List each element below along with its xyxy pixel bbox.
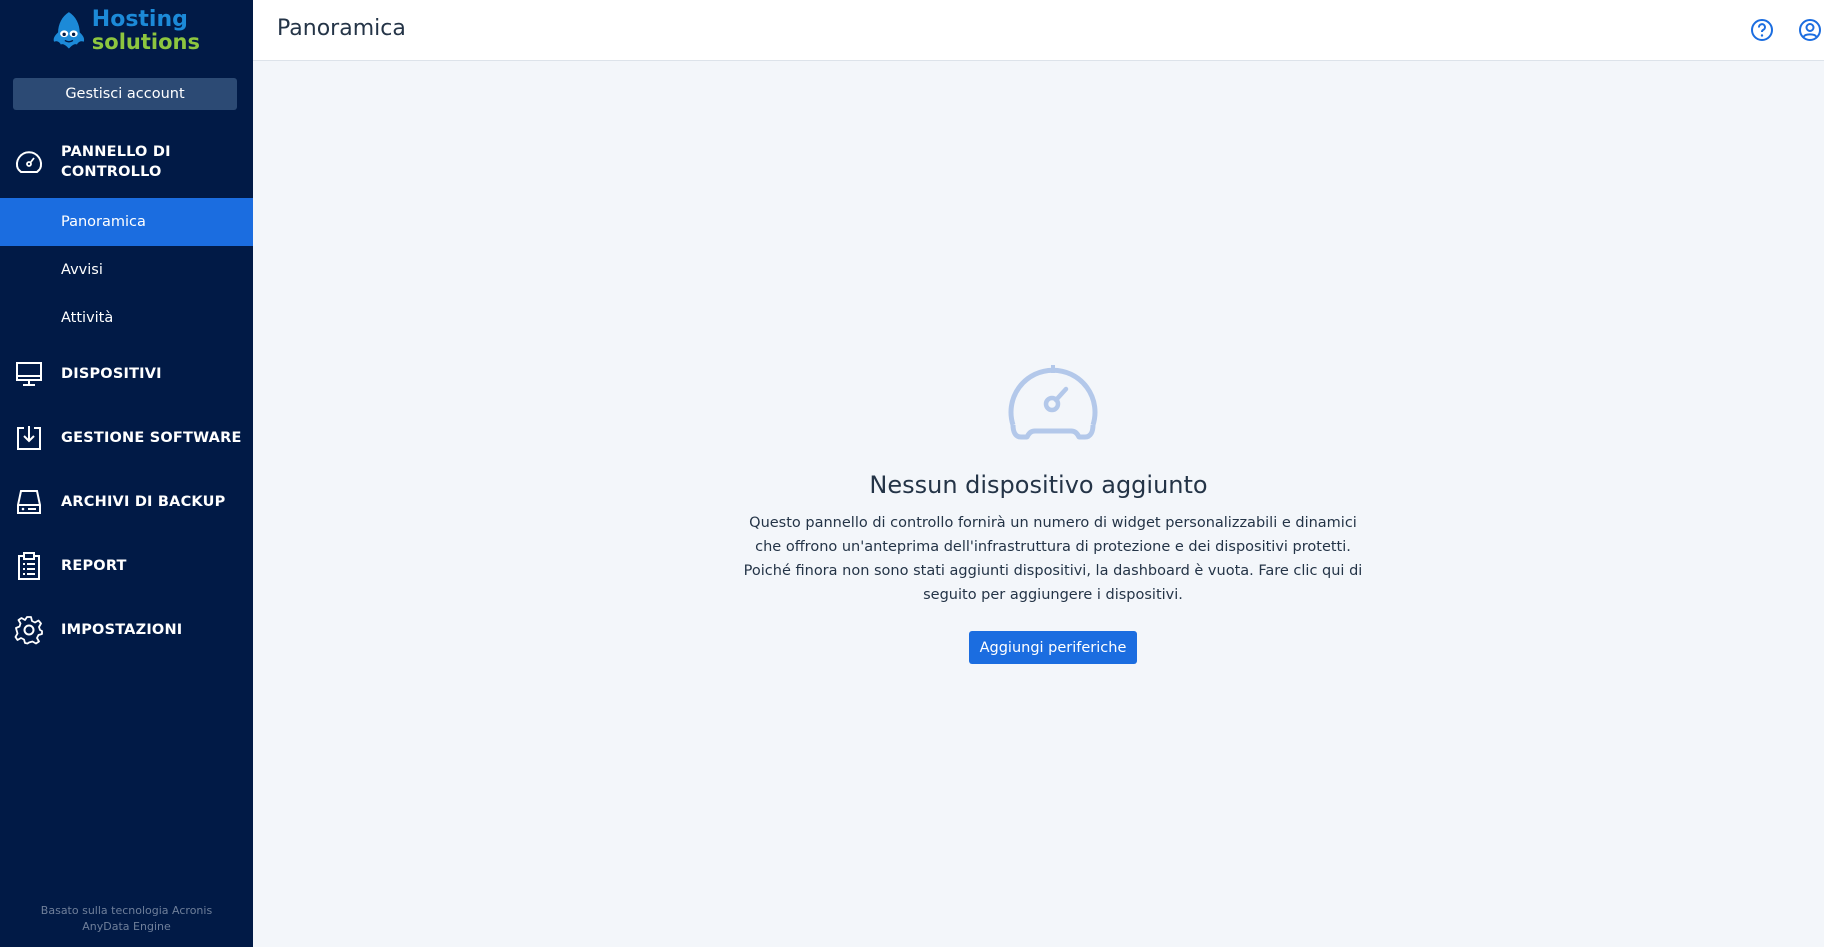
nav-label-settings: IMPOSTAZIONI (61, 622, 183, 638)
sidebar-item-avvisi[interactable]: Avvisi (0, 246, 253, 294)
nav-label-report: REPORT (61, 558, 127, 574)
nav-section-settings[interactable]: IMPOSTAZIONI (0, 615, 253, 645)
nav-label-devices: DISPOSITIVI (61, 366, 162, 382)
empty-state-description: Questo pannello di controllo fornirà un … (743, 515, 1363, 603)
gauge-icon (1008, 365, 1098, 440)
brand-line2: solutions (91, 30, 200, 54)
gauge-icon (16, 151, 42, 173)
nav-label-backup: ARCHIVI DI BACKUP (61, 494, 226, 510)
manage-account-button[interactable]: Gestisci account (13, 78, 237, 110)
mascot-logo-icon (53, 12, 85, 49)
nav-section-backup[interactable]: ARCHIVI DI BACKUP (0, 487, 253, 517)
sidebar-item-attivita[interactable]: Attività (0, 294, 253, 342)
nav-section-dashboard[interactable]: PANNELLO DI CONTROLLO (0, 140, 253, 184)
help-icon[interactable] (1750, 18, 1774, 42)
nav-label-dashboard: PANNELLO DI CONTROLLO (61, 144, 171, 180)
download-box-icon (17, 426, 41, 450)
nav-section-devices[interactable]: DISPOSITIVI (0, 359, 253, 389)
user-icon[interactable] (1798, 18, 1822, 42)
brand-line1: Hosting (91, 7, 188, 32)
nav-section-report[interactable]: REPORT (0, 551, 253, 581)
sidebar-item-label: Panoramica (61, 214, 146, 230)
monitor-icon (16, 362, 42, 386)
sidebar: Hosting solutions Gestisci account PANNE… (0, 0, 253, 947)
nav-label-software: GESTIONE SOFTWARE (61, 430, 242, 446)
sidebar-footer: Basato sulla tecnologia Acronis AnyData … (40, 904, 213, 933)
sidebar-item-panoramica[interactable]: Panoramica (0, 198, 253, 246)
page-title: Panoramica (277, 16, 406, 41)
sidebar-item-label: Attività (61, 310, 114, 326)
clipboard-icon (18, 552, 40, 580)
main-content: Nessun dispositivo aggiunto Questo panne… (253, 61, 1824, 947)
brand-logo[interactable]: Hosting solutions (50, 0, 200, 62)
top-header: Panoramica (253, 0, 1824, 61)
nav-section-software[interactable]: GESTIONE SOFTWARE (0, 423, 253, 453)
storage-icon (17, 490, 41, 514)
add-devices-button[interactable]: Aggiungi periferiche (969, 631, 1137, 664)
sidebar-item-label: Avvisi (61, 262, 103, 278)
empty-state-title: Nessun dispositivo aggiunto (869, 471, 1208, 499)
gear-icon (14, 616, 43, 645)
